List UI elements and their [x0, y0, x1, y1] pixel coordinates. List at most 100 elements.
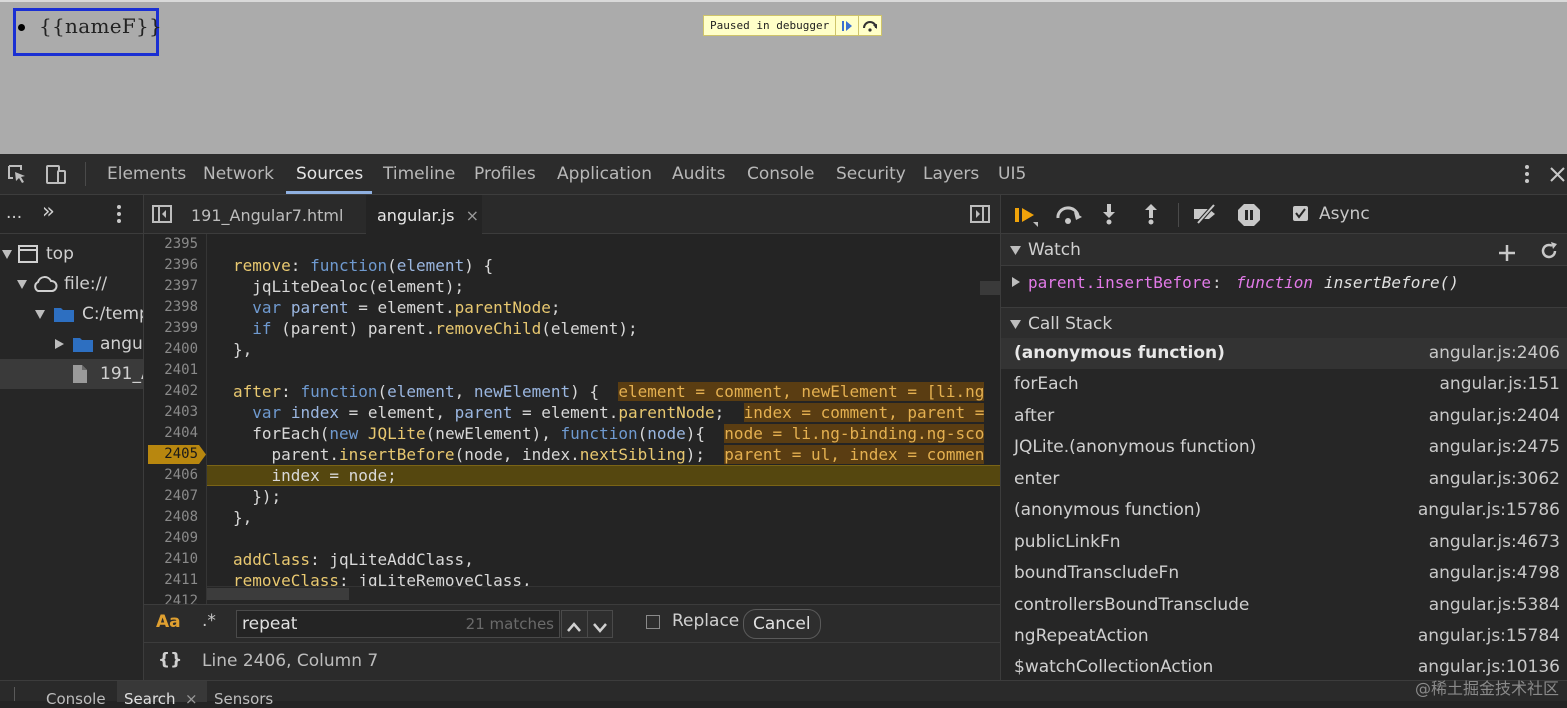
tree-item-top[interactable]: top — [0, 239, 143, 269]
callstack-section-header[interactable]: Call Stack — [1001, 307, 1567, 339]
triangle-down-icon — [1010, 246, 1021, 255]
step-over-button[interactable] — [1055, 205, 1083, 230]
drawer-tab-sensors[interactable]: Sensors — [214, 690, 273, 708]
callstack-frame[interactable]: after angular.js:2404 — [1001, 401, 1567, 432]
replace-checkbox[interactable] — [646, 615, 660, 629]
tree-item-label: 191_A — [100, 364, 143, 384]
tree-item-file[interactable]: file:// — [0, 269, 143, 299]
divider — [587, 611, 588, 637]
tab-elements[interactable]: Elements — [107, 154, 186, 194]
line-number: 2395 — [164, 236, 198, 252]
deactivate-breakpoints-button[interactable] — [1192, 203, 1220, 230]
frame-location[interactable]: angular.js:2404 — [1429, 401, 1560, 432]
tree-item-label: file:// — [64, 274, 108, 294]
tab-sources[interactable]: Sources — [296, 154, 363, 194]
watch-section-header[interactable]: Watch — [1001, 234, 1567, 266]
resume-button[interactable] — [1014, 204, 1040, 233]
tree-item-folder-temp[interactable]: C:/temp — [0, 299, 143, 329]
line-number: 2410 — [164, 551, 198, 567]
callstack-frame[interactable]: controllersBoundTransclude angular.js:538… — [1001, 590, 1567, 621]
watch-expression[interactable]: parent.insertBefore : function insertBef… — [1001, 267, 1567, 303]
callstack-frame[interactable]: publicLinkFn angular.js:4673 — [1001, 527, 1567, 558]
close-tab-icon[interactable]: × — [185, 690, 198, 708]
paused-overlay: Paused in debugger — [703, 15, 883, 36]
tree-item-folder-angular[interactable]: angul — [0, 329, 143, 359]
tab-security[interactable]: Security — [836, 154, 906, 194]
frame-location[interactable]: angular.js:15786 — [1418, 495, 1560, 526]
editor-scrollbar-thumb[interactable] — [980, 281, 1000, 295]
frame-location[interactable]: angular.js:4673 — [1429, 527, 1560, 558]
replace-label: Replace — [672, 611, 740, 631]
callstack-frame[interactable]: (anonymous function) angular.js:15786 — [1001, 495, 1567, 526]
pretty-print-button[interactable]: {} — [158, 650, 182, 670]
frame-location[interactable]: angular.js:2406 — [1429, 338, 1560, 369]
tab-ui5[interactable]: UI5 — [998, 154, 1026, 194]
navigator-menu-button[interactable] — [110, 203, 128, 230]
callstack-frame[interactable]: enter angular.js:3062 — [1001, 464, 1567, 495]
close-tab-icon[interactable]: × — [466, 206, 479, 225]
breakpoints-off-icon — [1194, 203, 1216, 225]
search-input[interactable]: repeat 21 matches — [236, 610, 560, 638]
frame-location[interactable]: angular.js:5384 — [1429, 590, 1560, 621]
code-area[interactable]: remove: function(element) { jqLiteDealoc… — [207, 234, 1000, 604]
match-case-toggle[interactable]: Aa — [156, 612, 181, 632]
editor-hscrollbar-thumb[interactable] — [207, 588, 349, 600]
code-line: parent.insertBefore(node, index.nextSibl… — [233, 445, 985, 464]
tab-console[interactable]: Console — [747, 154, 815, 194]
frame-location[interactable]: angular.js:2475 — [1429, 432, 1560, 463]
callstack-frame[interactable]: JQLite.(anonymous function) angular.js:24… — [1001, 432, 1567, 463]
callstack-frame[interactable]: ngRepeatAction angular.js:15784 — [1001, 621, 1567, 652]
toolbar-divider — [85, 162, 86, 186]
toggle-debugger-sidebar-button[interactable] — [970, 205, 990, 227]
frame-location[interactable]: angular.js:3062 — [1429, 464, 1560, 495]
search-nav-group — [561, 610, 613, 638]
navigator-more-tab[interactable]: ... — [6, 203, 22, 223]
frame-location[interactable]: angular.js:4798 — [1429, 558, 1560, 589]
watermark: @稀土掘金技术社区 — [1414, 679, 1559, 698]
tab-application[interactable]: Application — [557, 154, 652, 194]
drawer-tab-search[interactable]: Search — [124, 690, 176, 708]
inspect-element-button[interactable] — [6, 163, 28, 190]
navigator-overflow-button[interactable]: » — [42, 199, 55, 223]
toggle-navigator-button[interactable] — [152, 205, 172, 227]
checkmark-icon — [1295, 208, 1306, 219]
tab-profiles[interactable]: Profiles — [474, 154, 536, 194]
code-line: }); — [233, 487, 282, 506]
callstack-frame[interactable]: (anonymous function) angular.js:2406 — [1001, 338, 1567, 369]
pause-on-exceptions-button[interactable] — [1237, 203, 1261, 232]
cloud-icon — [34, 276, 58, 292]
tab-network[interactable]: Network — [203, 154, 274, 194]
resume-button[interactable] — [835, 16, 858, 35]
tab-timeline[interactable]: Timeline — [383, 154, 455, 194]
tab-layers[interactable]: Layers — [923, 154, 979, 194]
editor-tab-html[interactable]: 191_Angular7.html — [180, 195, 366, 234]
inline-value: index = comment, parent = — [743, 403, 985, 422]
customize-menu-button[interactable] — [1517, 162, 1537, 191]
frame-location[interactable]: angular.js:151 — [1440, 369, 1561, 400]
page-viewport: {{nameF}} Paused in debugger — [0, 0, 1567, 154]
async-checkbox[interactable] — [1293, 206, 1308, 221]
tree-item-file-html[interactable]: 191_A — [0, 359, 143, 389]
file-navigator: ... » top file:// C:/temp angul 191_A — [0, 195, 144, 680]
search-next-button[interactable] — [592, 619, 608, 639]
watch-title: Watch — [1028, 240, 1081, 260]
step-over-button[interactable] — [858, 16, 881, 35]
callstack-frame[interactable]: forEach angular.js:151 — [1001, 369, 1567, 400]
drawer-tab-console[interactable]: Console — [46, 690, 106, 708]
device-mode-button[interactable] — [44, 162, 68, 191]
editor-tab-label: 191_Angular7.html — [191, 206, 344, 225]
close-devtools-button[interactable] — [1548, 164, 1567, 189]
chevron-up-icon — [567, 622, 581, 632]
line-gutter[interactable]: 2395 2396 2397 2398 2399 2400 2401 2402 … — [144, 234, 207, 604]
search-match-count: 21 matches — [465, 615, 554, 633]
cancel-search-button[interactable]: Cancel — [743, 609, 821, 639]
step-into-button[interactable] — [1101, 203, 1117, 230]
editor-tab-angular-js[interactable]: angular.js × — [366, 195, 482, 234]
tree-item-label: angul — [100, 334, 144, 354]
tab-audits[interactable]: Audits — [672, 154, 725, 194]
callstack-frame[interactable]: boundTranscludeFn angular.js:4798 — [1001, 558, 1567, 589]
search-prev-button[interactable] — [566, 618, 582, 638]
frame-location[interactable]: angular.js:15784 — [1418, 621, 1560, 652]
step-out-button[interactable] — [1143, 203, 1159, 230]
regex-toggle[interactable]: .* — [202, 611, 216, 631]
